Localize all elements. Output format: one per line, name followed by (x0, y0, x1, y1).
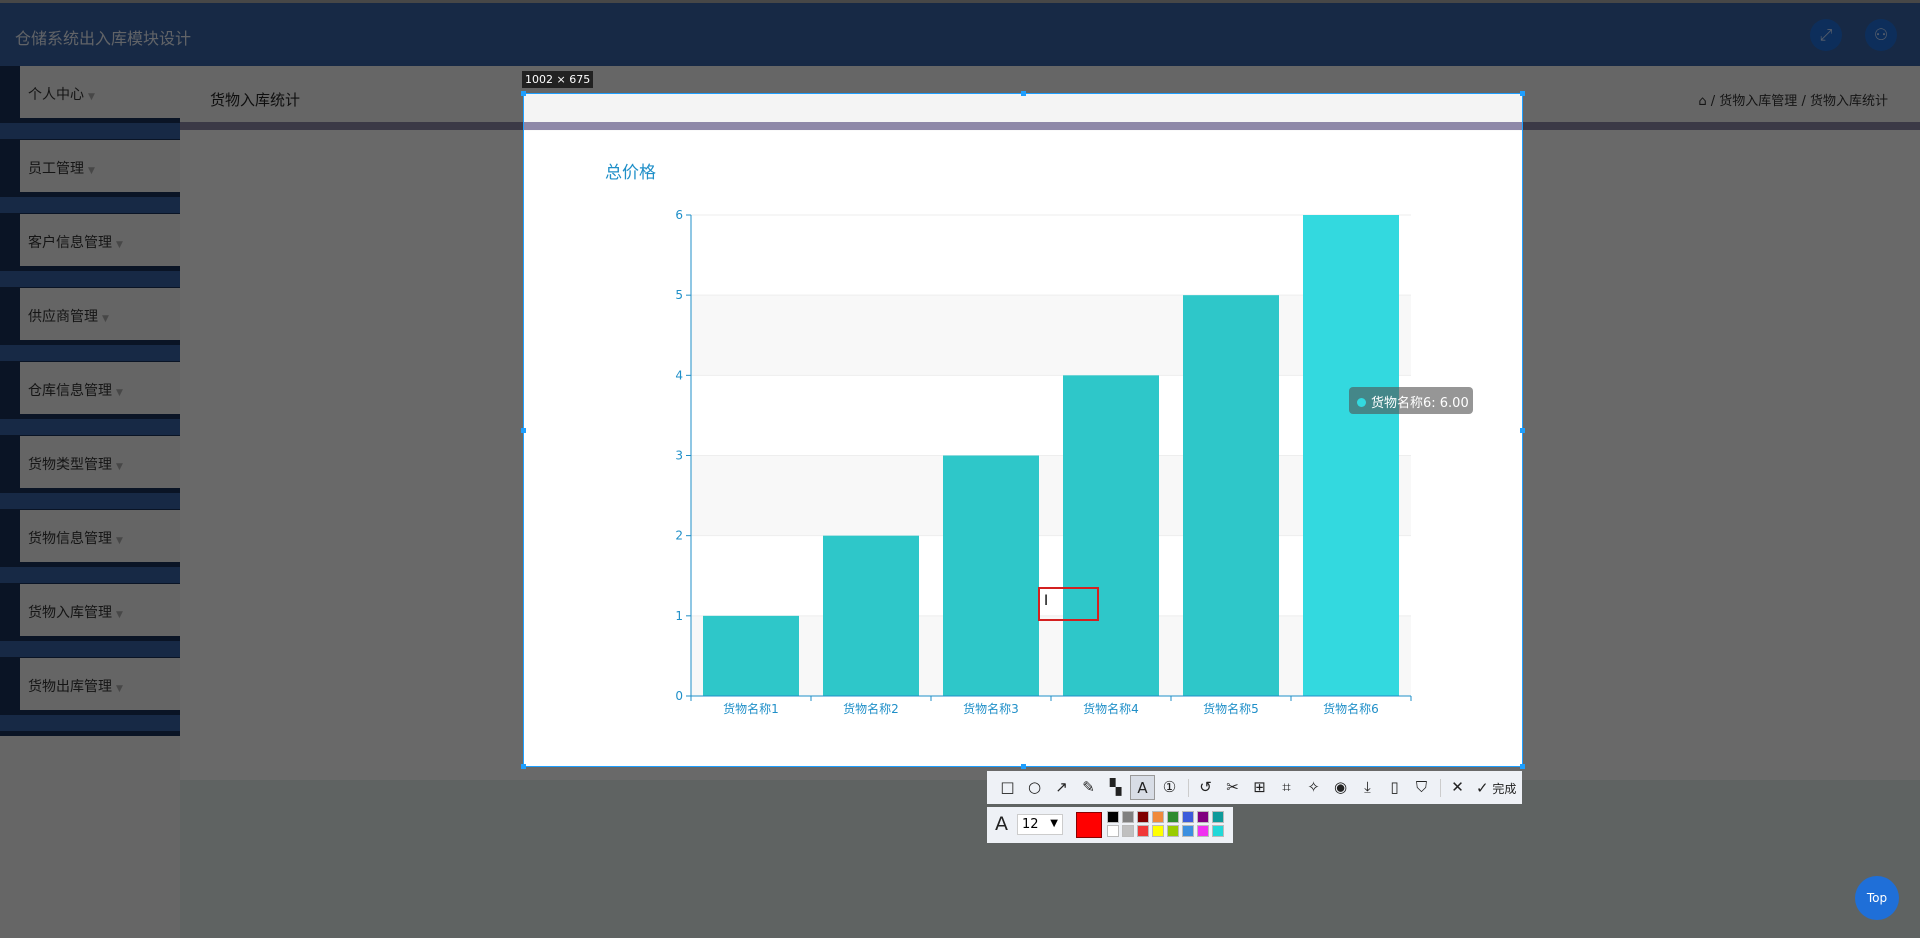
ellipse-tool-icon[interactable]: ○ (1022, 775, 1047, 800)
chart-tooltip: 货物名称6: 6.00 (1349, 387, 1473, 414)
rectangle-tool-icon[interactable]: □ (995, 775, 1020, 800)
y-tick-label: 1 (675, 609, 683, 623)
capture-toolbar: □ ○ ↗ ✎ ▚ A ① ↺ ✂ ⊞ ⌗ ✧ ◉ ⤓ ▯ ⛉ ✕ ✓ 完成 (987, 771, 1522, 804)
y-tick-label: 6 (675, 208, 683, 222)
color-swatch[interactable] (1122, 811, 1134, 823)
close-icon[interactable]: ✕ (1445, 775, 1470, 800)
bar (703, 615, 799, 696)
bookmark-icon[interactable]: ⛉ (1409, 775, 1434, 800)
y-tick-label: 4 (675, 368, 683, 382)
series-dot-icon (1357, 398, 1366, 407)
color-swatch[interactable] (1197, 825, 1209, 837)
color-swatch[interactable] (1137, 811, 1149, 823)
color-swatch[interactable] (1152, 825, 1164, 837)
color-swatch[interactable] (1152, 811, 1164, 823)
arrow-tool-icon[interactable]: ↗ (1049, 775, 1074, 800)
color-swatch[interactable] (1212, 811, 1224, 823)
y-tick-label: 2 (675, 529, 683, 543)
bar (1063, 375, 1159, 696)
pin-icon[interactable]: ✧ (1301, 775, 1326, 800)
x-tick-label: 货物名称2 (843, 701, 899, 716)
color-swatch[interactable] (1182, 811, 1194, 823)
bar (823, 535, 919, 696)
record-icon[interactable]: ◉ (1328, 775, 1353, 800)
number-tool-icon[interactable]: ① (1157, 775, 1182, 800)
color-swatch[interactable] (1107, 811, 1119, 823)
bar (1303, 215, 1399, 696)
y-tick-label: 5 (675, 288, 683, 302)
x-tick-label: 货物名称5 (1203, 701, 1259, 716)
ocr-icon[interactable]: ⌗ (1274, 775, 1299, 800)
check-icon: ✓ (1476, 778, 1489, 797)
x-tick-label: 货物名称4 (1083, 701, 1139, 716)
color-swatch[interactable] (1122, 825, 1134, 837)
font-icon: A (995, 813, 1008, 835)
undo-icon[interactable]: ↺ (1193, 775, 1218, 800)
chevron-down-icon: ▼ (1050, 818, 1058, 829)
translate-icon[interactable]: ⊞ (1247, 775, 1272, 800)
selection-size-label: 1002 × 675 (522, 71, 594, 88)
x-tick-label: 货物名称6 (1323, 701, 1379, 716)
mosaic-tool-icon[interactable]: ▚ (1103, 775, 1128, 800)
pencil-tool-icon[interactable]: ✎ (1076, 775, 1101, 800)
done-button[interactable]: ✓ 完成 (1476, 779, 1516, 797)
color-swatch[interactable] (1182, 825, 1194, 837)
bar (943, 455, 1039, 696)
back-to-top-button[interactable]: Top (1855, 876, 1899, 920)
x-tick-label: 货物名称1 (723, 701, 779, 716)
x-tick-label: 货物名称3 (963, 701, 1019, 716)
color-swatch[interactable] (1137, 825, 1149, 837)
current-color[interactable] (1076, 812, 1102, 838)
text-tool-icon[interactable]: A (1130, 775, 1155, 800)
cut-icon[interactable]: ✂ (1220, 775, 1245, 800)
y-tick-label: 0 (675, 689, 683, 703)
bar (1183, 295, 1279, 696)
y-tick-label: 3 (675, 449, 683, 463)
color-swatch[interactable] (1212, 825, 1224, 837)
color-swatch[interactable] (1107, 825, 1119, 837)
text-cursor-icon: I (1044, 593, 1049, 609)
bar-chart: 0 1 2 3 4 5 6 货物名称1 货物名称2 货物名称3 货物名称4 货物名称5 货物名称6 (675, 208, 1412, 716)
color-swatch[interactable] (1167, 825, 1179, 837)
font-size-select[interactable]: 12 ▼ (1017, 814, 1063, 835)
text-style-toolbar: A 12 ▼ (987, 807, 1233, 843)
download-icon[interactable]: ⤓ (1355, 775, 1380, 800)
phone-icon[interactable]: ▯ (1382, 775, 1407, 800)
color-swatch[interactable] (1167, 811, 1179, 823)
color-swatch[interactable] (1197, 811, 1209, 823)
